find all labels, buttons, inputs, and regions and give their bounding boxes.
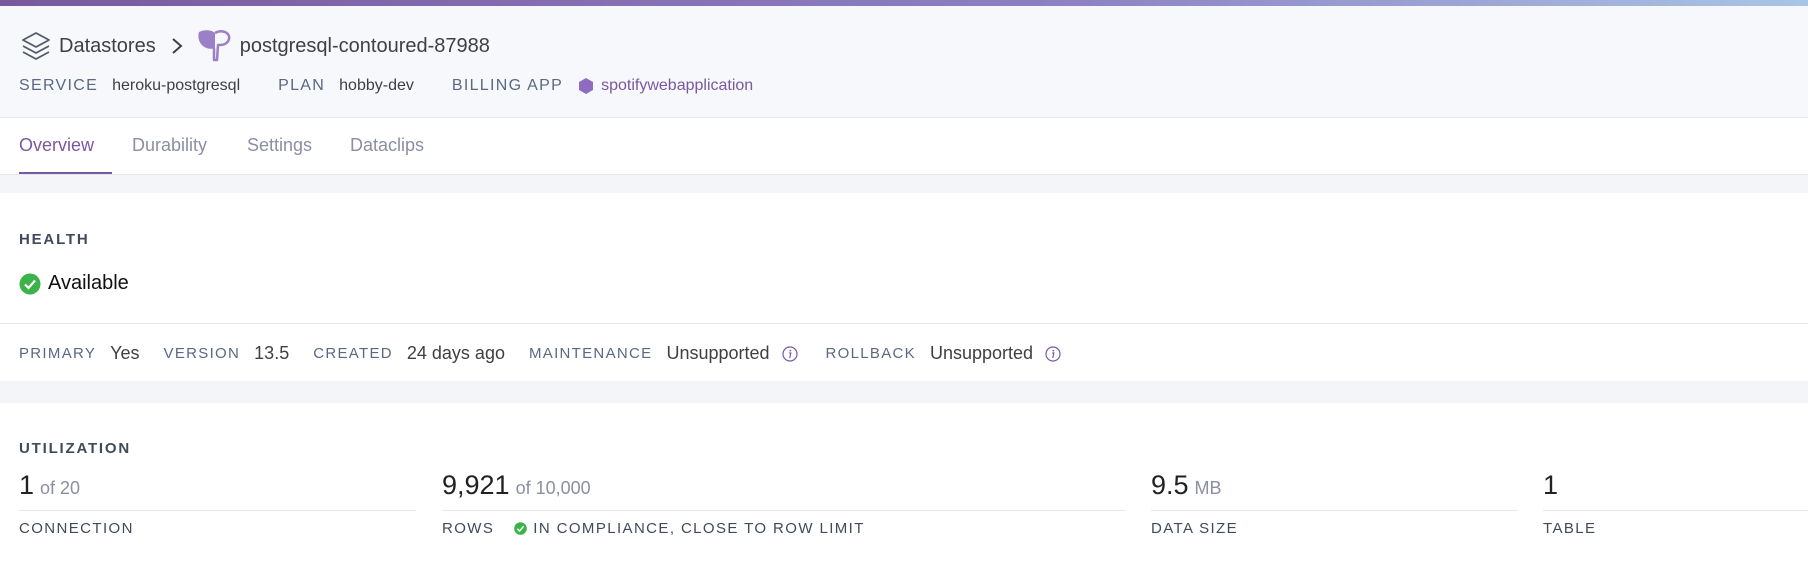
maintenance-value: Unsupported bbox=[666, 343, 770, 363]
metric-underline bbox=[442, 510, 1125, 511]
created-key: CREATED bbox=[313, 345, 393, 362]
utilization-title: UTILIZATION bbox=[19, 440, 132, 457]
tab-durability[interactable]: Durability bbox=[132, 118, 207, 173]
health-title: HEALTH bbox=[19, 231, 90, 248]
section-spacer bbox=[0, 381, 1808, 403]
metric-data-size-value: 9.5 bbox=[1151, 470, 1189, 500]
metric-connections-label: CONNECTION bbox=[19, 520, 134, 537]
health-status-text: Available bbox=[48, 272, 129, 294]
metric-connections-limit: of 20 bbox=[40, 478, 81, 498]
breadcrumb: Datastores postgresql-contoured-87988 bbox=[19, 24, 490, 68]
addon-meta: SERVICE heroku-postgresql PLAN hobby-dev… bbox=[19, 77, 753, 95]
metric-underline bbox=[1543, 510, 1808, 511]
version-value: 13.5 bbox=[254, 343, 290, 363]
chevron-right-icon bbox=[172, 38, 183, 54]
page-header: Datastores postgresql-contoured-87988 SE… bbox=[0, 6, 1808, 118]
layers-icon bbox=[22, 32, 50, 60]
breadcrumb-datastores-link[interactable]: Datastores bbox=[59, 35, 156, 58]
health-status: Available bbox=[19, 272, 129, 295]
rollback-value: Unsupported bbox=[929, 343, 1034, 363]
plan-key: PLAN bbox=[278, 77, 326, 94]
health-properties: PRIMARY Yes VERSION 13.5 CREATED 24 days… bbox=[19, 343, 1089, 364]
metric-rows-limit: of 10,000 bbox=[515, 478, 591, 498]
check-circle-icon bbox=[19, 273, 41, 294]
info-icon[interactable] bbox=[1045, 345, 1061, 362]
plan-value: hobby-dev bbox=[339, 77, 414, 94]
tab-dataclips[interactable]: Dataclips bbox=[350, 118, 424, 173]
version-key: VERSION bbox=[163, 345, 241, 362]
metric-rows-value: 9,921 bbox=[442, 470, 510, 500]
hexagon-icon bbox=[579, 78, 594, 94]
metric-connections: 1 of 20 CONNECTION bbox=[19, 470, 416, 537]
maintenance-key: MAINTENANCE bbox=[528, 345, 653, 362]
metric-connections-value: 1 bbox=[19, 470, 35, 500]
check-circle-icon bbox=[514, 522, 528, 535]
metric-rows-label-group: ROWS IN COMPLIANCE, CLOSE TO ROW LIMIT bbox=[442, 520, 865, 537]
metric-tables-label: TABLE bbox=[1543, 520, 1597, 537]
metric-rows-label: ROWS bbox=[442, 520, 495, 537]
divider bbox=[0, 323, 1808, 324]
info-icon[interactable] bbox=[781, 345, 798, 362]
metric-rows-compliance-note: IN COMPLIANCE, CLOSE TO ROW LIMIT bbox=[533, 520, 865, 537]
metric-data-size: 9.5 MB DATA SIZE bbox=[1151, 470, 1518, 537]
metric-data-size-label: DATA SIZE bbox=[1151, 520, 1239, 537]
metric-tables-value: 1 bbox=[1543, 470, 1559, 500]
billing-app-link[interactable]: spotifywebapplication bbox=[601, 77, 753, 95]
created-value: 24 days ago bbox=[406, 343, 505, 363]
metric-underline bbox=[19, 510, 416, 511]
metric-rows: 9,921 of 10,000 ROWS IN COMPLIANCE, CLOSE… bbox=[442, 470, 1125, 537]
service-key: SERVICE bbox=[19, 77, 99, 94]
primary-value: Yes bbox=[110, 343, 140, 363]
tab-settings[interactable]: Settings bbox=[247, 118, 312, 173]
section-spacer bbox=[0, 175, 1808, 193]
billing-app-key: BILLING APP bbox=[451, 77, 564, 94]
primary-key: PRIMARY bbox=[19, 345, 97, 362]
elephant-icon bbox=[198, 30, 231, 62]
metric-tables: 1 TABLE bbox=[1543, 470, 1808, 537]
service-value: heroku-postgresql bbox=[112, 77, 241, 94]
breadcrumb-current: postgresql-contoured-87988 bbox=[239, 34, 490, 57]
tab-bar: Overview Durability Settings Dataclips bbox=[0, 118, 1808, 175]
tab-overview[interactable]: Overview bbox=[19, 118, 112, 174]
metric-data-size-unit: MB bbox=[1194, 478, 1222, 498]
metric-underline bbox=[1151, 510, 1518, 511]
rollback-key: ROLLBACK bbox=[825, 345, 916, 362]
utilization-card bbox=[0, 403, 1808, 573]
